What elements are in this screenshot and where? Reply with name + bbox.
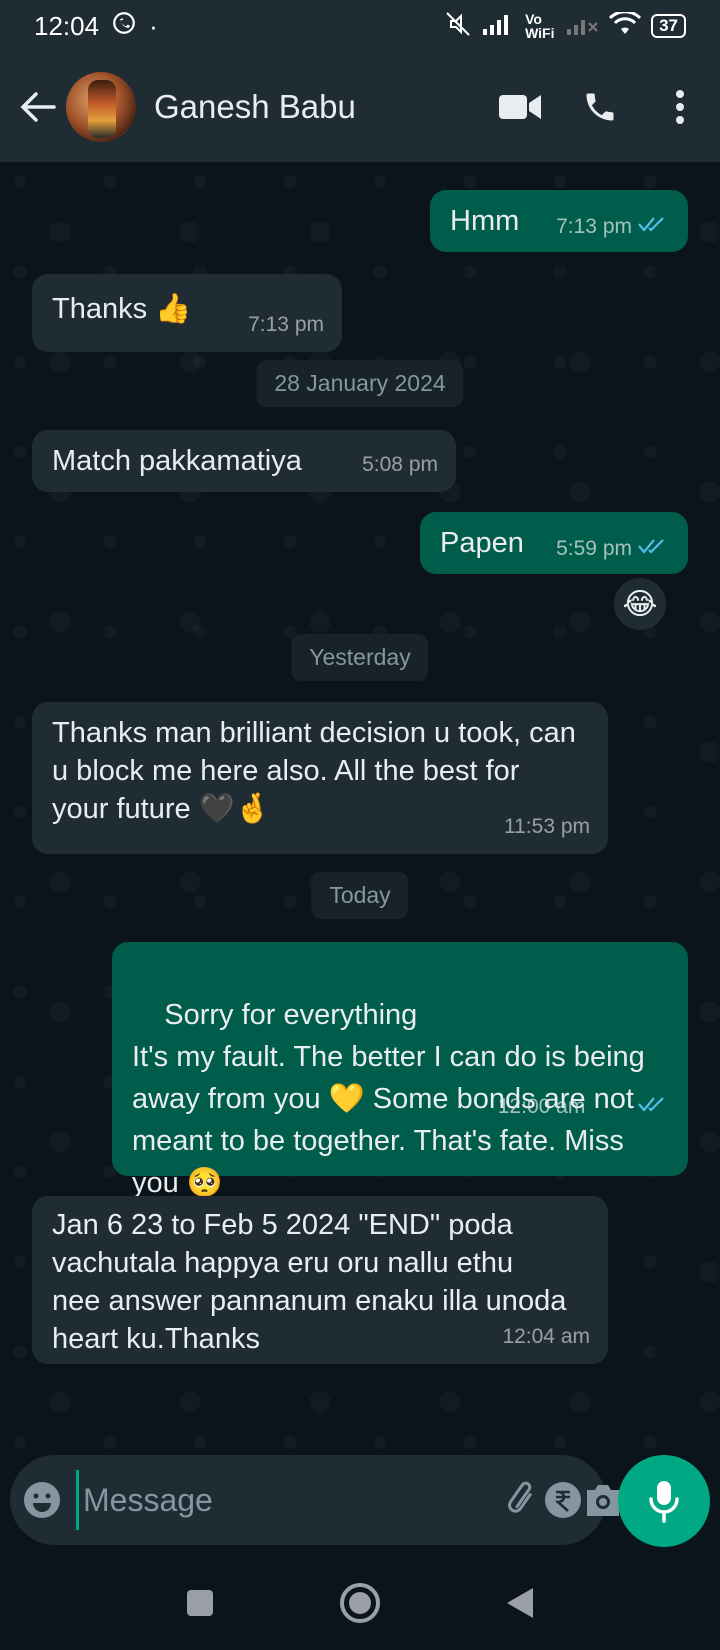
message-time: 12:00 am <box>497 1095 586 1118</box>
message-text: Papen <box>440 527 524 559</box>
system-navigation-bar <box>0 1555 720 1650</box>
date-separator: Yesterday <box>291 634 429 681</box>
message-bubble-incoming[interactable]: Thanks 👍 7:13 pm <box>32 274 342 352</box>
message-bubble-outgoing[interactable]: Papen 5:59 pm <box>420 512 688 574</box>
date-separator: 28 January 2024 <box>256 360 464 407</box>
read-ticks-icon <box>638 208 670 246</box>
chat-header: Ganesh Babu <box>0 52 720 162</box>
recent-apps-icon[interactable] <box>175 1578 225 1628</box>
message-composer <box>10 1455 619 1545</box>
message-text: Thanks man brilliant decision u took, ca… <box>52 717 576 825</box>
camera-icon[interactable] <box>583 1470 623 1530</box>
contact-name[interactable]: Ganesh Babu <box>154 88 490 126</box>
emoji-icon[interactable] <box>22 1470 62 1530</box>
message-time: 12:04 am <box>502 1325 590 1348</box>
status-time: 12:04 <box>34 10 100 41</box>
chat-area[interactable]: Hmm 7:13 pm Thanks 👍 7:13 pm 28 January … <box>0 162 720 1452</box>
battery-indicator: 37 <box>651 14 686 38</box>
vowifi-label: Vo WiFi <box>525 11 555 41</box>
more-options-icon[interactable] <box>650 77 710 137</box>
date-separator: Today <box>311 872 409 919</box>
message-input[interactable] <box>76 1470 503 1530</box>
payment-rupee-icon[interactable] <box>543 1470 583 1530</box>
message-text: Hmm <box>450 205 520 237</box>
message-time: 11:53 pm <box>504 815 590 838</box>
back-arrow-icon[interactable] <box>10 79 66 135</box>
contact-avatar[interactable] <box>66 72 136 142</box>
signal-icon <box>483 13 515 40</box>
silent-icon <box>443 11 473 42</box>
message-text: Thanks 👍 <box>52 293 192 325</box>
message-text: Jan 6 23 to Feb 5 2024 "END" poda vachut… <box>52 1209 567 1355</box>
message-time: 7:13 pm <box>556 215 632 238</box>
message-bubble-outgoing[interactable]: Sorry for everything It's my fault. The … <box>112 942 688 1199</box>
video-call-icon[interactable] <box>490 77 550 137</box>
message-bubble-incoming[interactable]: Thanks man brilliant decision u took, ca… <box>32 702 608 854</box>
message-bubble-incoming[interactable]: Match pakkamatiya 5:08 pm <box>32 430 456 492</box>
signal-weak-icon <box>567 13 599 40</box>
status-dot: · <box>149 10 158 41</box>
message-time: 5:59 pm <box>556 537 632 560</box>
status-bar: 12:04 · Vo WiFi 37 <box>0 0 720 52</box>
voice-call-icon[interactable] <box>570 77 630 137</box>
back-triangle-icon[interactable] <box>495 1578 545 1628</box>
message-bubble-outgoing[interactable]: Hmm 7:13 pm <box>430 190 688 252</box>
attach-icon[interactable] <box>503 1470 543 1530</box>
whatsapp-notification-icon <box>111 10 137 43</box>
home-icon[interactable] <box>335 1578 385 1628</box>
message-time: 7:13 pm <box>248 313 324 336</box>
message-bubble-incoming[interactable]: Jan 6 23 to Feb 5 2024 "END" poda vachut… <box>32 1196 608 1364</box>
read-ticks-icon <box>591 1044 670 1170</box>
read-ticks-icon <box>638 530 670 568</box>
message-text: Match pakkamatiya <box>52 445 302 477</box>
wifi-icon <box>609 9 642 41</box>
message-time: 5:08 pm <box>362 453 438 476</box>
message-reaction[interactable]: 😂 <box>614 578 666 630</box>
voice-message-mic-button[interactable] <box>618 1455 710 1547</box>
